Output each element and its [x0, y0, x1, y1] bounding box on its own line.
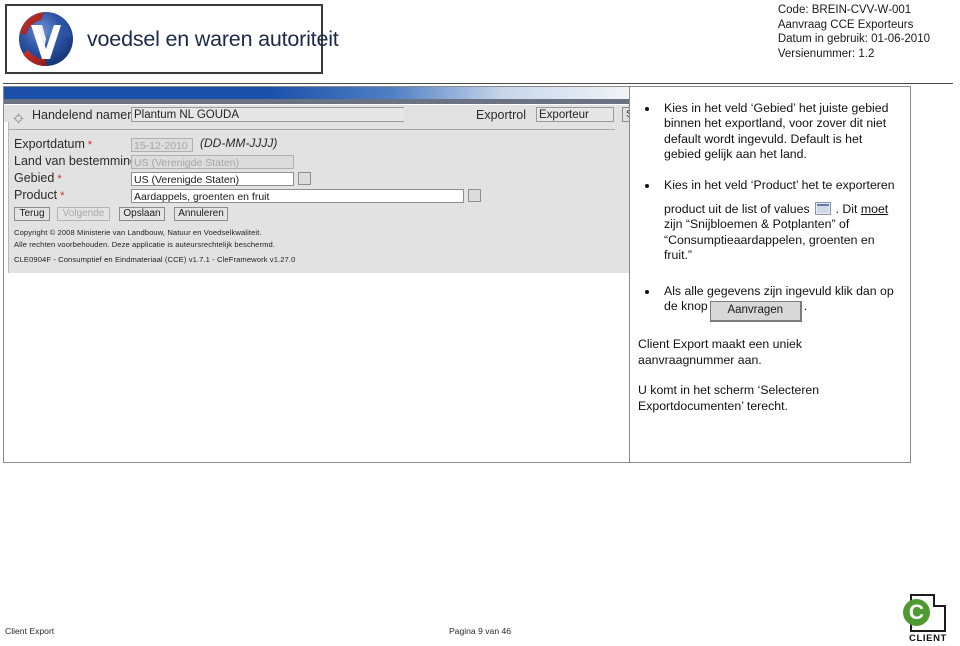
list-of-values-icon[interactable]: [814, 202, 831, 216]
bullet-2-text-part-4: zijn “Snijbloemen & Potplanten” of “Cons…: [664, 217, 875, 263]
product-label: Product *: [14, 188, 65, 202]
instruction-bullet-3: Als alle gegevens zijn ingevuld klik dan…: [638, 284, 898, 323]
annuleren-button[interactable]: Annuleren: [174, 207, 228, 221]
volgende-button: Volgende: [57, 207, 110, 221]
header-title: Aanvraag CCE Exporteurs: [777, 18, 914, 31]
app-left-edge: [4, 122, 9, 273]
header-code: Code: BREIN-CVV-W-001: [777, 4, 912, 16]
bullet-2-text-part-1: Kies in het veld ‘Product’ het te export…: [664, 177, 895, 192]
required-marker: *: [60, 190, 65, 202]
product-input[interactable]: Aardappels, groenten en fruit: [131, 189, 464, 203]
instruction-bullet-1: Kies in het veld ‘Gebied’ het juiste geb…: [638, 101, 898, 163]
header-date: Datum in gebruik: 01-06-2010: [777, 33, 930, 46]
handelend-namens-label: Handelend namens: [32, 108, 141, 122]
instructions-cell: Kies in het veld ‘Gebied’ het juiste geb…: [630, 87, 910, 462]
terug-button[interactable]: Terug: [14, 207, 50, 221]
required-marker: *: [57, 173, 62, 185]
instruction-paragraph-1: Client Export maakt een uniek aanvraagnu…: [638, 337, 803, 367]
client-logo: C CLIENT: [899, 594, 957, 644]
app-context-row: Handelend namens Plantum NL GOUDA Export…: [4, 107, 629, 125]
app-version-text: CLE0904F - Consumptief en Eindmateriaal …: [14, 255, 296, 264]
stop-button[interactable]: Sto: [622, 107, 629, 122]
exportrol-field[interactable]: Exporteur: [536, 107, 614, 122]
bullet-3-text-part-2: .: [803, 299, 808, 314]
document-header: voedsel en waren autoriteit Code: BREIN-…: [0, 0, 960, 84]
gebied-input[interactable]: US (Verenigde Staten): [131, 172, 294, 186]
client-c-letter: C: [903, 599, 930, 626]
instruction-bullet-2: Kies in het veld ‘Product’ het te export…: [638, 178, 898, 264]
vwa-logo-box: voedsel en waren autoriteit: [5, 4, 339, 74]
document-footer: Client Export Pagina 9 van 46 C CLIENT: [0, 586, 960, 646]
app-copyright-line-2: Alle rechten voorbehouden. Deze applicat…: [14, 239, 276, 249]
opslaan-button[interactable]: Opslaan: [119, 207, 165, 221]
header-divider: [3, 83, 953, 84]
app-form-body: Handelend namens Plantum NL GOUDA Export…: [4, 104, 629, 273]
land-van-bestemming-label: Land van bestemming*: [14, 154, 144, 168]
bullet-2-emphasis: moet: [860, 202, 889, 217]
handelend-namens-field[interactable]: Plantum NL GOUDA: [131, 107, 404, 122]
required-marker: *: [87, 139, 93, 151]
exportdatum-label: Exportdatum *: [14, 137, 93, 151]
land-van-bestemming-input: US (Verenigde Staten): [131, 155, 294, 169]
exportrol-label: Exportrol: [476, 108, 527, 122]
instruction-paragraph-2: U komt in het scherm ‘Selecteren Exportd…: [638, 383, 820, 413]
header-version: Versienummer: 1.2: [777, 47, 875, 60]
bullet-1-text: Kies in het veld ‘Gebied’ het juiste geb…: [664, 101, 889, 162]
content-table: Handelend namens Plantum NL GOUDA Export…: [3, 86, 911, 463]
app-copyright-line-1: Copyright © 2008 Ministerie van Landbouw…: [14, 228, 262, 237]
vwa-globe-logo: [14, 9, 78, 69]
application-screenshot: Handelend namens Plantum NL GOUDA Export…: [4, 87, 629, 273]
product-list-of-values-icon[interactable]: [468, 189, 481, 202]
bullet-2-text-part-2: product uit de list of values: [664, 202, 810, 217]
vwa-logo-wordmark: voedsel en waren autoriteit: [87, 26, 339, 51]
bullet-2-text-part-3: . Dit: [835, 202, 861, 217]
app-title-banner: [4, 87, 629, 99]
aanvragen-button[interactable]: Aanvragen: [709, 301, 802, 323]
exportdatum-input: 15-12-2010: [131, 138, 193, 152]
gebied-list-of-values-icon[interactable]: [298, 172, 311, 185]
header-metadata: Code: BREIN-CVV-W-001 Aanvraag CCE Expor…: [778, 3, 930, 61]
screenshot-cell: Handelend namens Plantum NL GOUDA Export…: [4, 87, 630, 462]
exportdatum-format-hint: (DD-MM-JJJJ): [200, 136, 278, 150]
gebied-label: Gebied *: [14, 171, 62, 185]
app-copyright-text: Copyright © 2008 Ministerie van Landbouw…: [14, 227, 275, 250]
footer-page-number: Pagina 9 van 46: [448, 626, 512, 636]
gear-icon: [13, 111, 24, 124]
client-logo-wordmark: CLIENT: [909, 633, 947, 644]
page-fold-icon: [933, 594, 946, 607]
instruction-bullet-list: Kies in het veld ‘Gebied’ het juiste geb…: [638, 101, 898, 323]
app-section-divider: [9, 129, 615, 130]
